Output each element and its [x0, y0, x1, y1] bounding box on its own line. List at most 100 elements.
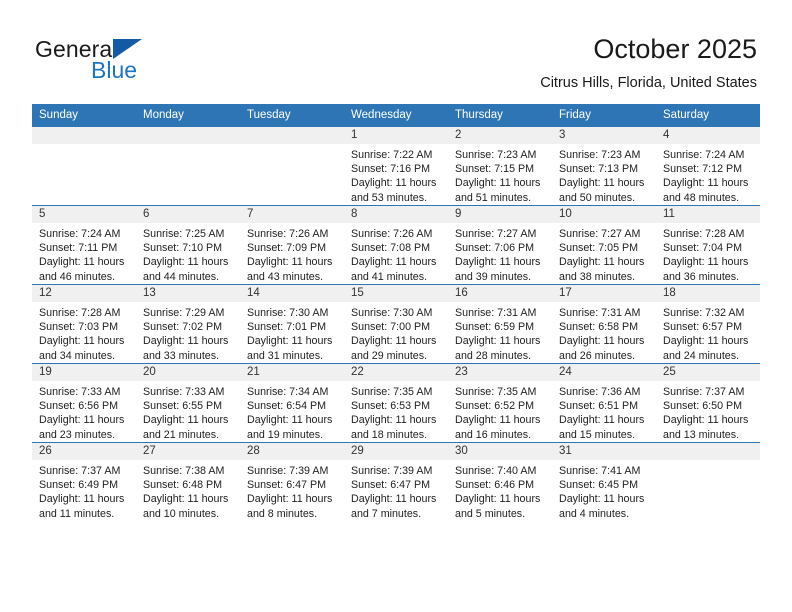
day-details: Sunrise: 7:32 AM Sunset: 6:57 PM Daylight:…	[656, 302, 760, 363]
sunset-text: Sunset: 6:45 PM	[559, 479, 639, 492]
calendar-day-cell[interactable]: 22 Sunrise: 7:35 AM Sunset: 6:53 PM Dayligh…	[344, 363, 448, 443]
calendar-day-cell[interactable]: 10 Sunrise: 7:27 AM Sunset: 7:05 PM Dayligh…	[552, 205, 656, 285]
daylight-text-line1: Daylight: 11 hours	[455, 177, 541, 190]
day-number: 30	[448, 443, 552, 460]
daylight-text-line2: and 38 minutes.	[559, 270, 636, 283]
sunrise-text: Sunrise: 7:35 AM	[351, 386, 433, 398]
day-details: Sunrise: 7:23 AM Sunset: 7:15 PM Daylight:…	[448, 144, 552, 205]
calendar-day-cell[interactable]: 31 Sunrise: 7:41 AM Sunset: 6:45 PM Dayligh…	[552, 442, 656, 521]
calendar-day-cell[interactable]: 4 Sunrise: 7:24 AM Sunset: 7:12 PM Daylight…	[656, 126, 760, 206]
daylight-text-line2: and 19 minutes.	[247, 428, 324, 441]
daylight-text-line1: Daylight: 11 hours	[455, 335, 541, 348]
sunrise-text: Sunrise: 7:33 AM	[143, 386, 225, 398]
weekday-header-monday: Monday	[136, 104, 240, 127]
calendar-day-cell[interactable]: 16 Sunrise: 7:31 AM Sunset: 6:59 PM Dayligh…	[448, 284, 552, 364]
sunrise-text: Sunrise: 7:41 AM	[559, 465, 641, 477]
calendar-day-cell[interactable]: 13 Sunrise: 7:29 AM Sunset: 7:02 PM Dayligh…	[136, 284, 240, 364]
generalblue-logo[interactable]: General Blue	[35, 36, 245, 88]
daylight-text-line2: and 10 minutes.	[143, 507, 220, 520]
sunset-text: Sunset: 7:13 PM	[559, 163, 639, 176]
sunset-text: Sunset: 6:49 PM	[39, 479, 119, 492]
sunrise-text: Sunrise: 7:37 AM	[663, 386, 745, 398]
day-number: 10	[552, 206, 656, 223]
calendar-day-cell[interactable]: 29 Sunrise: 7:39 AM Sunset: 6:47 PM Dayligh…	[344, 442, 448, 521]
sunrise-text: Sunrise: 7:24 AM	[39, 228, 121, 240]
calendar-day-cell[interactable]: 25 Sunrise: 7:37 AM Sunset: 6:50 PM Dayligh…	[656, 363, 760, 443]
day-details: Sunrise: 7:33 AM Sunset: 6:55 PM Daylight:…	[136, 381, 240, 442]
calendar-day-cell-empty	[32, 126, 136, 206]
day-number	[32, 127, 136, 144]
day-number: 11	[656, 206, 760, 223]
calendar-day-cell[interactable]: 26 Sunrise: 7:37 AM Sunset: 6:49 PM Dayligh…	[32, 442, 136, 521]
calendar-day-cell[interactable]: 18 Sunrise: 7:32 AM Sunset: 6:57 PM Dayligh…	[656, 284, 760, 364]
calendar-day-cell[interactable]: 23 Sunrise: 7:35 AM Sunset: 6:52 PM Dayligh…	[448, 363, 552, 443]
calendar-day-cell[interactable]: 20 Sunrise: 7:33 AM Sunset: 6:55 PM Dayligh…	[136, 363, 240, 443]
day-details: Sunrise: 7:31 AM Sunset: 6:59 PM Daylight:…	[448, 302, 552, 363]
calendar-day-cell[interactable]: 28 Sunrise: 7:39 AM Sunset: 6:47 PM Dayligh…	[240, 442, 344, 521]
daylight-text-line2: and 21 minutes.	[143, 428, 220, 441]
day-number: 5	[32, 206, 136, 223]
calendar-day-cell[interactable]: 1 Sunrise: 7:22 AM Sunset: 7:16 PM Daylight…	[344, 126, 448, 206]
sunrise-text: Sunrise: 7:28 AM	[39, 307, 121, 319]
logo-text-blue: Blue	[91, 57, 138, 83]
day-number: 1	[344, 127, 448, 144]
calendar-day-cell[interactable]: 14 Sunrise: 7:30 AM Sunset: 7:01 PM Dayligh…	[240, 284, 344, 364]
daylight-text-line2: and 11 minutes.	[39, 507, 115, 520]
calendar-grid: Sunday Monday Tuesday Wednesday Thursday…	[32, 104, 760, 521]
calendar-day-cell[interactable]: 6 Sunrise: 7:25 AM Sunset: 7:10 PM Daylight…	[136, 205, 240, 285]
calendar-day-cell[interactable]: 7 Sunrise: 7:26 AM Sunset: 7:09 PM Daylight…	[240, 205, 344, 285]
daylight-text-line2: and 23 minutes.	[39, 428, 116, 441]
daylight-text-line2: and 48 minutes.	[663, 191, 740, 204]
day-details: Sunrise: 7:39 AM Sunset: 6:47 PM Daylight:…	[344, 460, 448, 521]
day-details: Sunrise: 7:30 AM Sunset: 7:01 PM Daylight:…	[240, 302, 344, 363]
calendar-day-cell[interactable]: 12 Sunrise: 7:28 AM Sunset: 7:03 PM Dayligh…	[32, 284, 136, 364]
sunset-text: Sunset: 7:02 PM	[143, 321, 223, 334]
calendar-day-cell-empty	[656, 442, 760, 521]
daylight-text-line1: Daylight: 11 hours	[351, 493, 437, 506]
calendar-day-cell[interactable]: 2 Sunrise: 7:23 AM Sunset: 7:15 PM Daylight…	[448, 126, 552, 206]
calendar-day-cell[interactable]: 5 Sunrise: 7:24 AM Sunset: 7:11 PM Daylight…	[32, 205, 136, 285]
daylight-text-line1: Daylight: 11 hours	[351, 414, 437, 427]
day-details: Sunrise: 7:28 AM Sunset: 7:04 PM Daylight:…	[656, 223, 760, 284]
daylight-text-line1: Daylight: 11 hours	[143, 493, 229, 506]
calendar-day-cell[interactable]: 19 Sunrise: 7:33 AM Sunset: 6:56 PM Dayligh…	[32, 363, 136, 443]
calendar-day-cell[interactable]: 21 Sunrise: 7:34 AM Sunset: 6:54 PM Dayligh…	[240, 363, 344, 443]
sunset-text: Sunset: 6:50 PM	[663, 400, 743, 413]
calendar-day-cell[interactable]: 3 Sunrise: 7:23 AM Sunset: 7:13 PM Daylight…	[552, 126, 656, 206]
day-details: Sunrise: 7:34 AM Sunset: 6:54 PM Daylight:…	[240, 381, 344, 442]
day-details: Sunrise: 7:38 AM Sunset: 6:48 PM Daylight:…	[136, 460, 240, 521]
daylight-text-line2: and 43 minutes.	[247, 270, 324, 283]
calendar-week-row: 1 Sunrise: 7:22 AM Sunset: 7:16 PM Daylight…	[32, 126, 760, 206]
daylight-text-line2: and 39 minutes.	[455, 270, 532, 283]
day-number: 19	[32, 364, 136, 381]
calendar-day-cell[interactable]: 11 Sunrise: 7:28 AM Sunset: 7:04 PM Dayligh…	[656, 205, 760, 285]
calendar-day-cell[interactable]: 15 Sunrise: 7:30 AM Sunset: 7:00 PM Dayligh…	[344, 284, 448, 364]
sunset-text: Sunset: 6:52 PM	[455, 400, 535, 413]
calendar-day-cell[interactable]: 17 Sunrise: 7:31 AM Sunset: 6:58 PM Dayligh…	[552, 284, 656, 364]
calendar-day-cell[interactable]: 27 Sunrise: 7:38 AM Sunset: 6:48 PM Dayligh…	[136, 442, 240, 521]
day-number: 21	[240, 364, 344, 381]
sunset-text: Sunset: 6:46 PM	[455, 479, 535, 492]
sunrise-text: Sunrise: 7:33 AM	[39, 386, 121, 398]
calendar-day-cell[interactable]: 24 Sunrise: 7:36 AM Sunset: 6:51 PM Dayligh…	[552, 363, 656, 443]
calendar-week-row: 26 Sunrise: 7:37 AM Sunset: 6:49 PM Dayligh…	[32, 442, 760, 521]
day-details: Sunrise: 7:24 AM Sunset: 7:12 PM Daylight:…	[656, 144, 760, 205]
sunrise-text: Sunrise: 7:34 AM	[247, 386, 329, 398]
daylight-text-line2: and 44 minutes.	[143, 270, 220, 283]
calendar-day-cell[interactable]: 9 Sunrise: 7:27 AM Sunset: 7:06 PM Daylight…	[448, 205, 552, 285]
weekday-header-tuesday: Tuesday	[240, 104, 344, 127]
sunrise-text: Sunrise: 7:26 AM	[351, 228, 433, 240]
daylight-text-line2: and 34 minutes.	[39, 349, 116, 362]
day-details: Sunrise: 7:33 AM Sunset: 6:56 PM Daylight:…	[32, 381, 136, 442]
calendar-day-cell[interactable]: 30 Sunrise: 7:40 AM Sunset: 6:46 PM Dayligh…	[448, 442, 552, 521]
sunset-text: Sunset: 7:06 PM	[455, 242, 535, 255]
daylight-text-line1: Daylight: 11 hours	[39, 414, 125, 427]
daylight-text-line1: Daylight: 11 hours	[39, 493, 125, 506]
sunrise-text: Sunrise: 7:31 AM	[559, 307, 641, 319]
sunset-text: Sunset: 7:01 PM	[247, 321, 327, 334]
day-number: 25	[656, 364, 760, 381]
daylight-text-line1: Daylight: 11 hours	[559, 493, 645, 506]
daylight-text-line2: and 4 minutes.	[559, 507, 630, 520]
page-title: October 2025	[593, 34, 757, 64]
calendar-day-cell[interactable]: 8 Sunrise: 7:26 AM Sunset: 7:08 PM Daylight…	[344, 205, 448, 285]
